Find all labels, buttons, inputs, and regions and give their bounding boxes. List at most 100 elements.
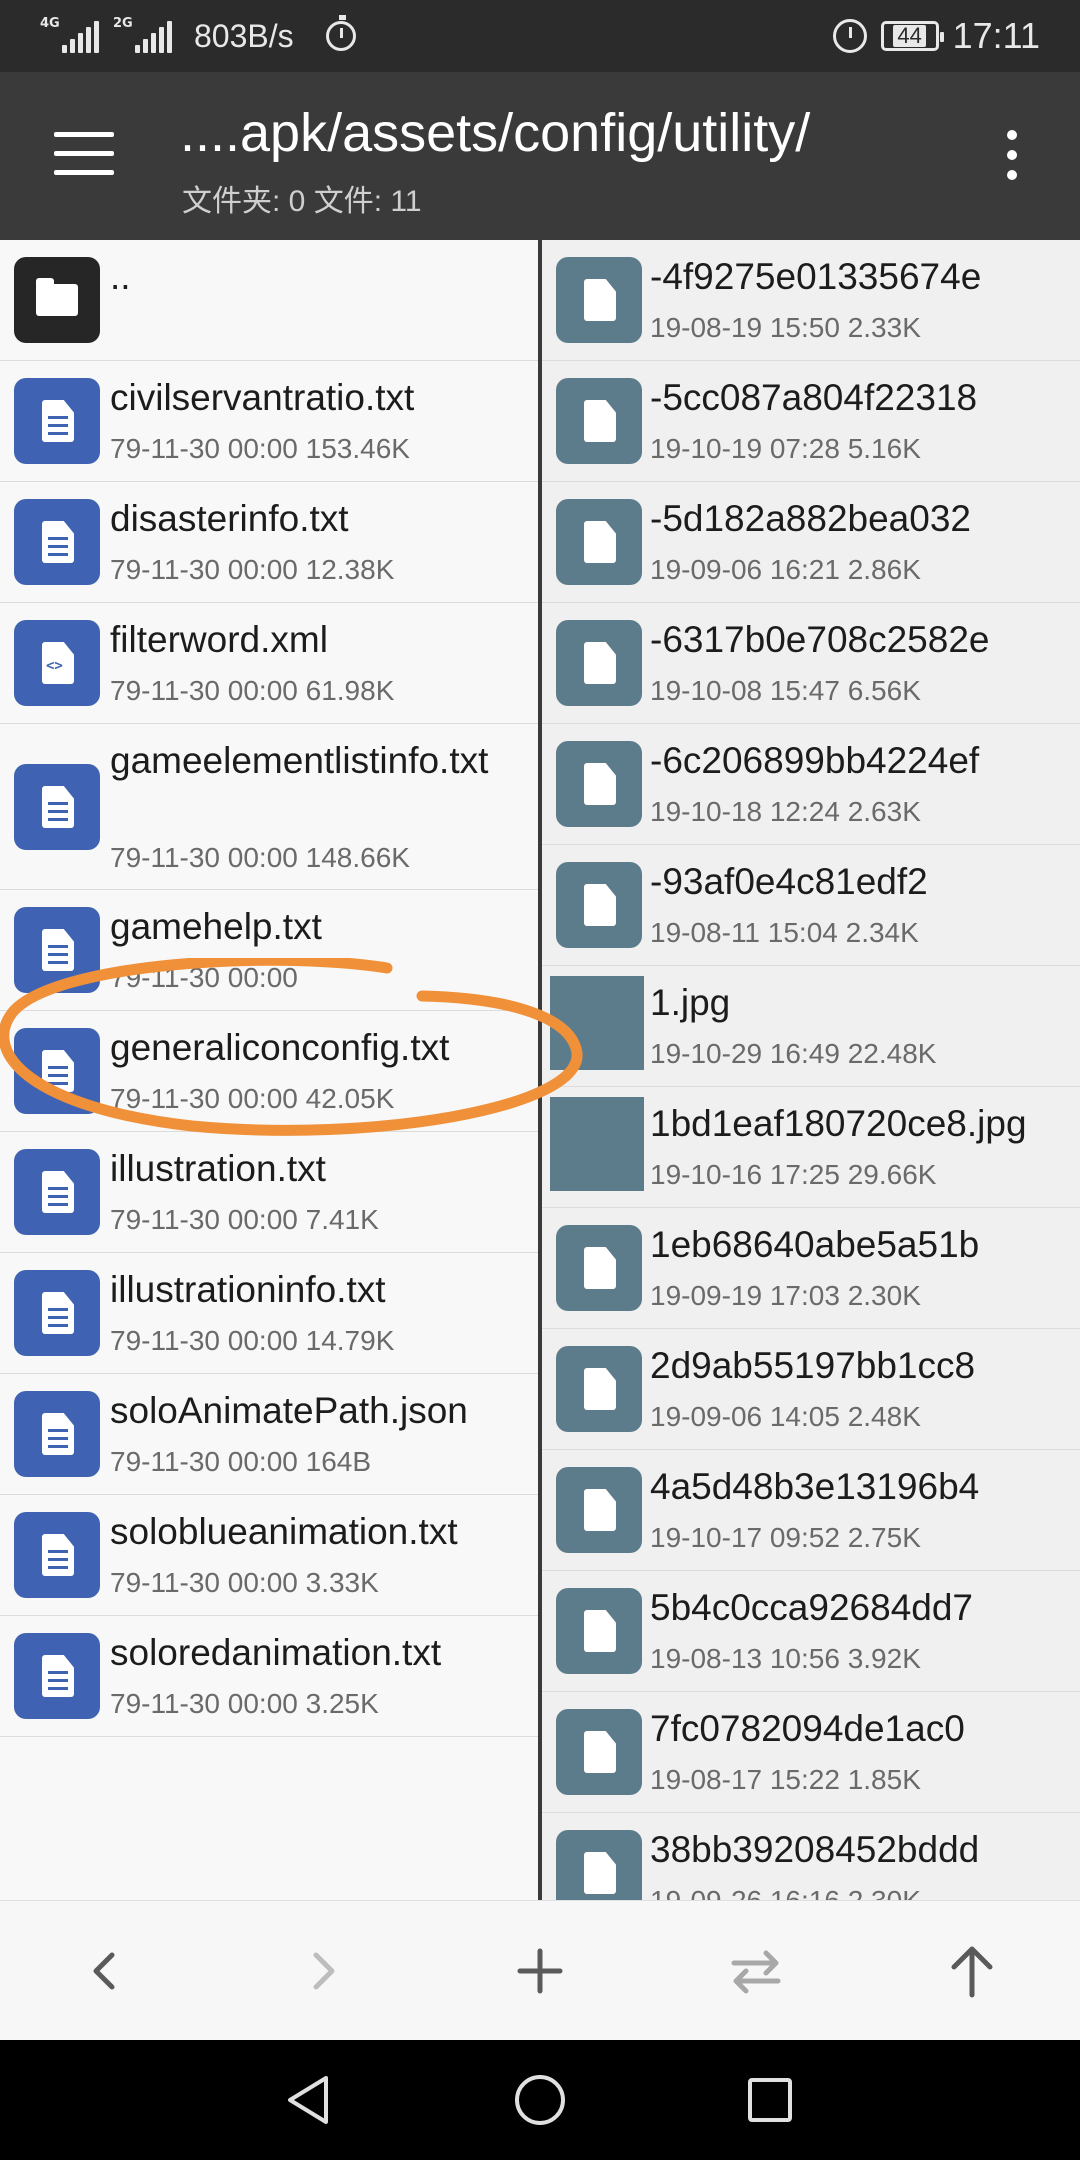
- parent-directory-row[interactable]: ..: [0, 240, 538, 361]
- network-speed: 803B/s: [194, 17, 294, 54]
- back-icon[interactable]: [66, 1931, 146, 2011]
- file-meta: 79-11-30 00:00 3.33K: [110, 1567, 379, 1598]
- nav-back-icon[interactable]: [270, 2060, 350, 2140]
- file-row[interactable]: 1eb68640abe5a51b 19-09-19 17:03 2.30K: [542, 1208, 1080, 1329]
- file-name: -6c206899bb4224ef: [650, 740, 980, 781]
- signal-2g-icon: 2G: [113, 17, 172, 53]
- status-right: 44 17:11: [832, 14, 1040, 58]
- file-row[interactable]: 5b4c0cca92684dd7 19-08-13 10:56 3.92K: [542, 1571, 1080, 1692]
- file-row[interactable]: 38bb39208452bddd 19-09-26 16:16 2.30K: [542, 1813, 1080, 1900]
- text-file-icon: [14, 1512, 100, 1598]
- bottom-toolbar: [0, 1900, 1080, 2040]
- file-meta: 79-11-30 00:00 12.38K: [110, 554, 395, 585]
- file-name: 1bd1eaf180720ce8.jpg: [650, 1103, 1027, 1144]
- file-name: soloredanimation.txt: [110, 1632, 442, 1673]
- file-name: 1.jpg: [650, 982, 731, 1023]
- file-row[interactable]: soloredanimation.txt 79-11-30 00:00 3.25K: [0, 1616, 538, 1737]
- file-name: generaliconconfig.txt: [110, 1027, 450, 1068]
- file-meta: 79-11-30 00:00 14.79K: [110, 1325, 395, 1356]
- file-meta: 19-08-11 15:04 2.34K: [650, 917, 919, 948]
- swap-icon[interactable]: [716, 1931, 796, 2011]
- file-row[interactable]: 7fc0782094de1ac0 19-08-17 15:22 1.85K: [542, 1692, 1080, 1813]
- file-meta: 79-11-30 00:00 153.46K: [110, 433, 410, 464]
- image-thumbnail: [550, 976, 644, 1070]
- file-row[interactable]: 1.jpg 19-10-29 16:49 22.48K: [542, 966, 1080, 1087]
- status-bar: 4G 2G 803B/s 44 17:11: [0, 0, 1080, 72]
- system-navigation-bar: [0, 2040, 1080, 2160]
- file-meta: 19-09-19 17:03 2.30K: [650, 1280, 921, 1311]
- right-file-pane[interactable]: -4f9275e01335674e 19-08-19 15:50 2.33K -5c…: [542, 240, 1080, 1900]
- file-name: 1eb68640abe5a51b: [650, 1224, 980, 1265]
- file-name: illustrationinfo.txt: [110, 1269, 386, 1310]
- file-name: soloblueanimation.txt: [110, 1511, 458, 1552]
- file-meta: 19-10-18 12:24 2.63K: [650, 796, 921, 827]
- file-row[interactable]: soloAnimatePath.json 79-11-30 00:00 164B: [0, 1374, 538, 1495]
- file-icon: [556, 862, 642, 948]
- code-file-icon: <>: [14, 620, 100, 706]
- file-row[interactable]: gameelementlistinfo.txt 79-11-30 00:00 14…: [0, 724, 538, 890]
- file-meta: 19-10-17 09:52 2.75K: [650, 1522, 921, 1553]
- file-row[interactable]: 1bd1eaf180720ce8.jpg 19-10-16 17:25 29.66…: [542, 1087, 1080, 1208]
- file-icon: [556, 741, 642, 827]
- file-meta: 19-09-06 14:05 2.48K: [650, 1401, 921, 1432]
- file-row[interactable]: 4a5d48b3e13196b4 19-10-17 09:52 2.75K: [542, 1450, 1080, 1571]
- image-thumbnail: [550, 1097, 644, 1191]
- file-meta: 19-10-29 16:49 22.48K: [650, 1038, 937, 1069]
- text-file-icon: [14, 1028, 100, 1114]
- file-icon: [556, 1709, 642, 1795]
- file-row[interactable]: disasterinfo.txt 79-11-30 00:00 12.38K: [0, 482, 538, 603]
- file-row[interactable]: gamehelp.txt 79-11-30 00:00: [0, 890, 538, 1011]
- recents-icon[interactable]: [730, 2060, 810, 2140]
- file-row[interactable]: 2d9ab55197bb1cc8 19-09-06 14:05 2.48K: [542, 1329, 1080, 1450]
- home-icon[interactable]: [500, 2060, 580, 2140]
- file-name: illustration.txt: [110, 1148, 326, 1189]
- file-row[interactable]: -5d182a882bea032 19-09-06 16:21 2.86K: [542, 482, 1080, 603]
- file-name: disasterinfo.txt: [110, 498, 349, 539]
- file-row[interactable]: -4f9275e01335674e 19-08-19 15:50 2.33K: [542, 240, 1080, 361]
- file-name: gamehelp.txt: [110, 906, 322, 947]
- file-row[interactable]: -5cc087a804f22318 19-10-19 07:28 5.16K: [542, 361, 1080, 482]
- file-name: soloAnimatePath.json: [110, 1390, 468, 1431]
- file-name: 7fc0782094de1ac0: [650, 1708, 965, 1749]
- file-name: -5cc087a804f22318: [650, 377, 978, 418]
- file-name: -5d182a882bea032: [650, 498, 971, 539]
- file-row[interactable]: generaliconconfig.txt 79-11-30 00:00 42.0…: [0, 1011, 538, 1132]
- file-meta: 79-11-30 00:00 164B: [110, 1446, 372, 1477]
- file-icon: [556, 620, 642, 706]
- file-row[interactable]: illustration.txt 79-11-30 00:00 7.41K: [0, 1132, 538, 1253]
- file-meta: 79-11-30 00:00 3.25K: [110, 1688, 379, 1719]
- file-name: 38bb39208452bddd: [650, 1829, 980, 1870]
- text-file-icon: [14, 1149, 100, 1235]
- file-name: -93af0e4c81edf2: [650, 861, 928, 902]
- text-file-icon: [14, 1633, 100, 1719]
- file-row[interactable]: -93af0e4c81edf2 19-08-11 15:04 2.34K: [542, 845, 1080, 966]
- file-row[interactable]: -6c206899bb4224ef 19-10-18 12:24 2.63K: [542, 724, 1080, 845]
- forward-icon[interactable]: [282, 1931, 362, 2011]
- file-meta: 79-11-30 00:00 7.41K: [110, 1204, 379, 1235]
- menu-icon[interactable]: [54, 132, 114, 176]
- left-file-pane[interactable]: .. civilservantratio.txt 79-11-30 00:00 1…: [0, 240, 538, 1900]
- up-icon[interactable]: [932, 1931, 1012, 2011]
- file-meta: 79-11-30 00:00 42.05K: [110, 1083, 395, 1114]
- add-icon[interactable]: [500, 1931, 580, 2011]
- text-file-icon: [14, 1391, 100, 1477]
- file-name: -4f9275e01335674e: [650, 256, 982, 297]
- battery-level: 44: [893, 25, 926, 47]
- file-name: ..: [110, 256, 131, 297]
- file-meta: 79-11-30 00:00 148.66K: [110, 842, 410, 873]
- stopwatch-icon: [325, 15, 356, 51]
- file-row[interactable]: illustrationinfo.txt 79-11-30 00:00 14.79…: [0, 1253, 538, 1374]
- file-icon: [556, 499, 642, 585]
- network-type-1: 4G: [40, 16, 60, 31]
- file-meta: 19-08-17 15:22 1.85K: [650, 1764, 921, 1795]
- file-row[interactable]: <> filterword.xml 79-11-30 00:00 61.98K: [0, 603, 538, 724]
- file-row[interactable]: -6317b0e708c2582e 19-10-08 15:47 6.56K: [542, 603, 1080, 724]
- more-options-icon[interactable]: [1002, 130, 1022, 180]
- file-row[interactable]: soloblueanimation.txt 79-11-30 00:00 3.33…: [0, 1495, 538, 1616]
- file-name: gameelementlistinfo.txt: [110, 740, 489, 781]
- left-file-list: civilservantratio.txt 79-11-30 00:00 153.…: [0, 361, 538, 1737]
- file-meta: 19-10-19 07:28 5.16K: [650, 433, 921, 464]
- right-file-list: -4f9275e01335674e 19-08-19 15:50 2.33K -5c…: [542, 240, 1080, 1900]
- file-icon: [556, 257, 642, 343]
- file-row[interactable]: civilservantratio.txt 79-11-30 00:00 153.…: [0, 361, 538, 482]
